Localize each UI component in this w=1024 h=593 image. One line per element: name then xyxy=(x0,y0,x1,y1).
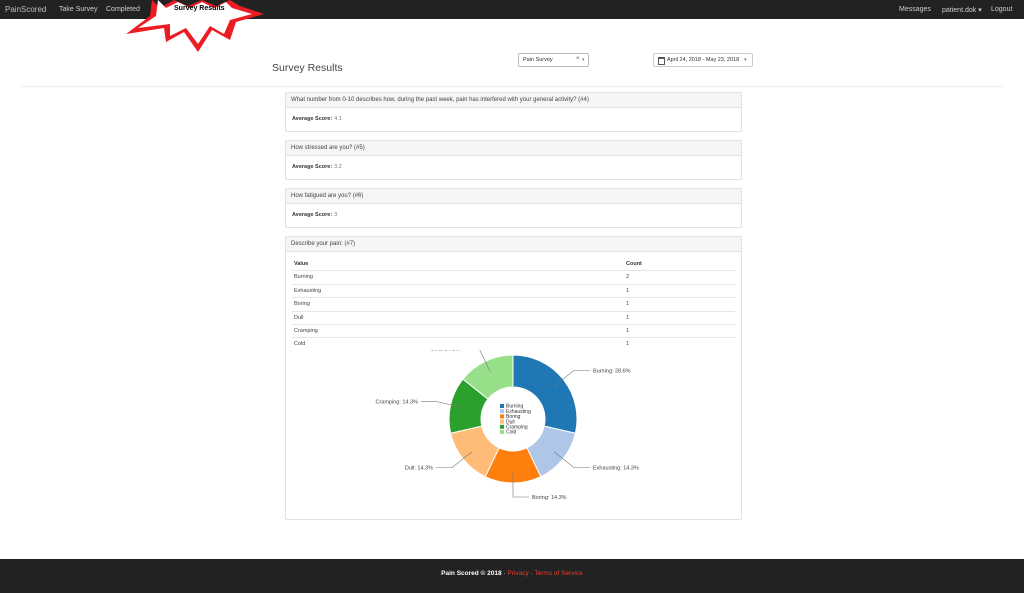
cell-value: Cramping xyxy=(294,327,318,334)
pain-donut-chart: Burning: 28.6% Exhausting: 14.3% Boring: 1… xyxy=(375,350,639,501)
legend-swatch xyxy=(500,409,504,414)
footer-copyright: Pain Scored © 2018 xyxy=(441,570,502,577)
slice-label: Burning: 28.6% xyxy=(593,368,631,374)
cell-value: Boring xyxy=(294,301,310,308)
pie-slice-burning xyxy=(512,354,578,434)
pain-table: Value Count Burning 2 Exhausting 1 Borin… xyxy=(292,258,735,351)
question-title: What number from 0-10 describes how, dur… xyxy=(286,93,741,108)
brand-logo[interactable]: PainScored xyxy=(5,5,46,14)
cell-count: 1 xyxy=(626,327,630,334)
slice-label: Dull: 14.3% xyxy=(405,466,433,472)
column-header-count: Count xyxy=(626,261,642,267)
user-name: patient.dok xyxy=(942,7,977,14)
cell-count: 1 xyxy=(626,287,630,294)
legend-swatch xyxy=(500,404,504,408)
table-row: Cold 1 xyxy=(292,337,735,350)
legend-label: Cold xyxy=(506,430,517,436)
question-title: Describe your pain: (#7) xyxy=(286,237,741,252)
nav-user-menu[interactable]: patient.dok ▾ xyxy=(942,6,982,14)
chevron-down-icon: ▾ xyxy=(978,7,982,14)
chevron-down-icon: ▾ xyxy=(582,57,585,63)
cell-value: Exhausting xyxy=(294,287,322,294)
survey-select[interactable]: Pain Survey × ▾ xyxy=(518,53,589,67)
legend-swatch xyxy=(500,414,504,419)
cell-count: 1 xyxy=(626,341,630,348)
question-panel-6: How fatigued are you? (#6) Average Score… xyxy=(285,188,742,228)
terms-link[interactable]: Terms of Service xyxy=(534,570,582,577)
table-row: Dull 1 xyxy=(292,310,735,324)
nav-take-survey[interactable]: Take Survey xyxy=(59,6,98,13)
cell-value: Burning xyxy=(294,274,313,281)
slice-label: Cramping: 14.3% xyxy=(375,400,418,406)
date-range-label: April 24, 2018 - May 23, 2018 xyxy=(667,57,740,63)
average-score: Average Score: 3 xyxy=(292,212,338,218)
legend-swatch xyxy=(500,424,504,429)
table-row: Exhausting 1 xyxy=(292,283,735,297)
cell-count: 1 xyxy=(626,314,630,321)
question-panel-5: How stressed are you? (#5) Average Score… xyxy=(285,140,742,180)
footer-separator: · xyxy=(503,570,506,577)
privacy-link[interactable]: Privacy xyxy=(507,570,528,577)
survey-select-value: Pain Survey xyxy=(523,57,553,63)
question-title: How fatigued are you? (#6) xyxy=(286,189,741,204)
cell-count: 2 xyxy=(626,274,630,281)
table-row: Burning 2 xyxy=(292,270,735,283)
column-header-value: Value xyxy=(294,261,309,267)
cell-value: Cold xyxy=(294,341,306,348)
slice-label: Exhausting: 14.3% xyxy=(593,466,639,472)
legend-swatch xyxy=(500,430,504,434)
clear-icon[interactable]: × xyxy=(576,56,580,62)
table-header: Value Count xyxy=(292,258,735,271)
nav-logout[interactable]: Logout xyxy=(991,6,1012,13)
cell-value: Dull xyxy=(294,314,304,321)
table-row: Cramping 1 xyxy=(292,323,735,337)
question-panel-4: What number from 0-10 describes how, dur… xyxy=(285,92,742,132)
question-title: How stressed are you? (#5) xyxy=(286,141,741,156)
footer: Pain Scored © 2018 · Privacy · Terms of … xyxy=(0,559,1024,593)
header-divider xyxy=(20,86,1004,87)
cell-count: 1 xyxy=(626,301,630,308)
nav-messages[interactable]: Messages xyxy=(899,6,931,13)
footer-separator: · xyxy=(530,570,533,577)
slice-label: Cold: 14.3% xyxy=(430,350,460,353)
nav-survey-results[interactable]: Survey Results xyxy=(174,5,225,12)
calendar-icon xyxy=(658,57,665,65)
table-row: Boring 1 xyxy=(292,297,735,310)
page-title: Survey Results xyxy=(272,62,343,74)
chevron-down-icon: ▾ xyxy=(744,57,747,63)
date-range-picker[interactable]: April 24, 2018 - May 23, 2018 ▾ xyxy=(653,53,753,67)
legend-swatch xyxy=(500,419,504,424)
average-score: Average Score: 3.2 xyxy=(292,164,342,170)
average-score: Average Score: 4.1 xyxy=(292,116,342,122)
slice-label: Boring: 14.3% xyxy=(532,495,567,501)
